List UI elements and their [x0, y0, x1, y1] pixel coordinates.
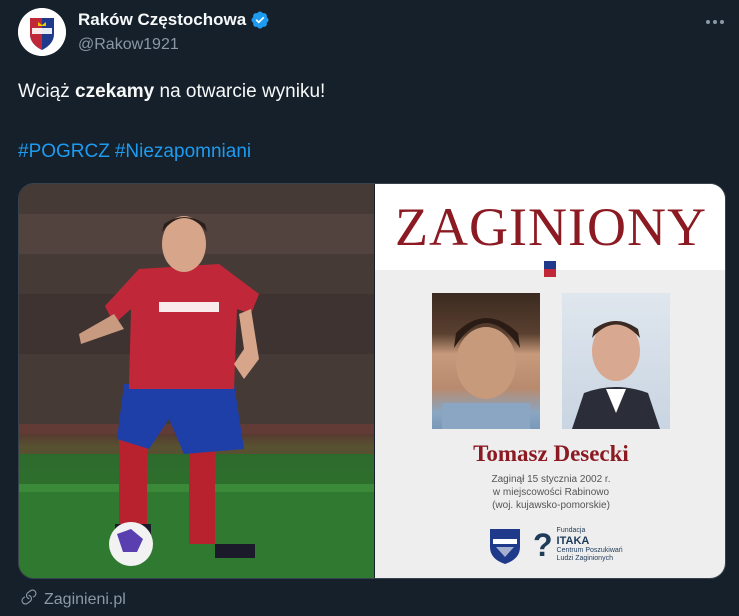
- missing-info-line: Zaginął 15 stycznia 2002 r.: [491, 474, 611, 485]
- missing-person-old-photo: [432, 293, 540, 429]
- link-domain[interactable]: Zaginieni.pl: [44, 591, 126, 609]
- verified-badge-icon: [250, 10, 270, 30]
- tweet-text-before: Wciąż: [18, 81, 75, 102]
- tweet-text: Wciąż czekamy na otwarcie wyniku!: [18, 80, 718, 104]
- itaka-org-line: Centrum Poszukiwań: [556, 547, 623, 554]
- avatar[interactable]: [18, 8, 66, 56]
- missing-person-name: Tomasz Desecki: [473, 441, 629, 466]
- itaka-org-line: Ludzi Zaginionych: [556, 555, 613, 562]
- link-card[interactable]: Zaginieni.pl: [20, 588, 126, 611]
- itaka-logo: ? Fundacja ITAKA Centrum Poszukiwań Ludz…: [533, 527, 623, 563]
- tweet-text-bold: czekamy: [75, 81, 155, 102]
- flag-icon: [544, 261, 556, 277]
- more-options-icon[interactable]: [703, 10, 727, 34]
- media-card[interactable]: ZAGINIONY Tomasz Desecki Zaginął 15 styc…: [18, 183, 726, 579]
- hashtag-pogrcz[interactable]: #POGRCZ: [18, 141, 110, 163]
- name-row: Raków Częstochowa: [78, 10, 270, 30]
- link-icon: [20, 588, 38, 611]
- missing-info-line: w miejscowości Rabinowo: [492, 487, 610, 498]
- question-mark-icon: ?: [533, 527, 553, 563]
- player-photo: [19, 184, 374, 578]
- missing-person-current-photo: [562, 293, 670, 429]
- itaka-org-big: ITAKA: [556, 535, 590, 547]
- display-name[interactable]: Raków Częstochowa: [78, 10, 246, 30]
- club-logo-icon: [488, 527, 522, 565]
- poster-title: ZAGINIONY: [395, 197, 707, 257]
- handle[interactable]: @Rakow1921: [78, 36, 179, 54]
- missing-person-poster: ZAGINIONY Tomasz Desecki Zaginął 15 styc…: [375, 184, 725, 578]
- itaka-text: Fundacja ITAKA Centrum Poszukiwań Ludzi …: [557, 527, 623, 563]
- hashtag-niezapomniani[interactable]: #Niezapomniani: [115, 141, 251, 163]
- club-crest-icon: [18, 8, 66, 56]
- hashtags: #POGRCZ #Niezapomniani: [18, 141, 251, 163]
- tweet: Raków Częstochowa @Rakow1921 Wciąż czeka…: [0, 0, 739, 616]
- itaka-org-small: Fundacja: [556, 527, 586, 534]
- missing-info: Zaginął 15 stycznia 2002 r. w miejscowoś…: [375, 473, 725, 512]
- tweet-text-after: na otwarcie wyniku!: [154, 81, 326, 102]
- missing-info-line: (woj. kujawsko-pomorskie): [492, 500, 610, 511]
